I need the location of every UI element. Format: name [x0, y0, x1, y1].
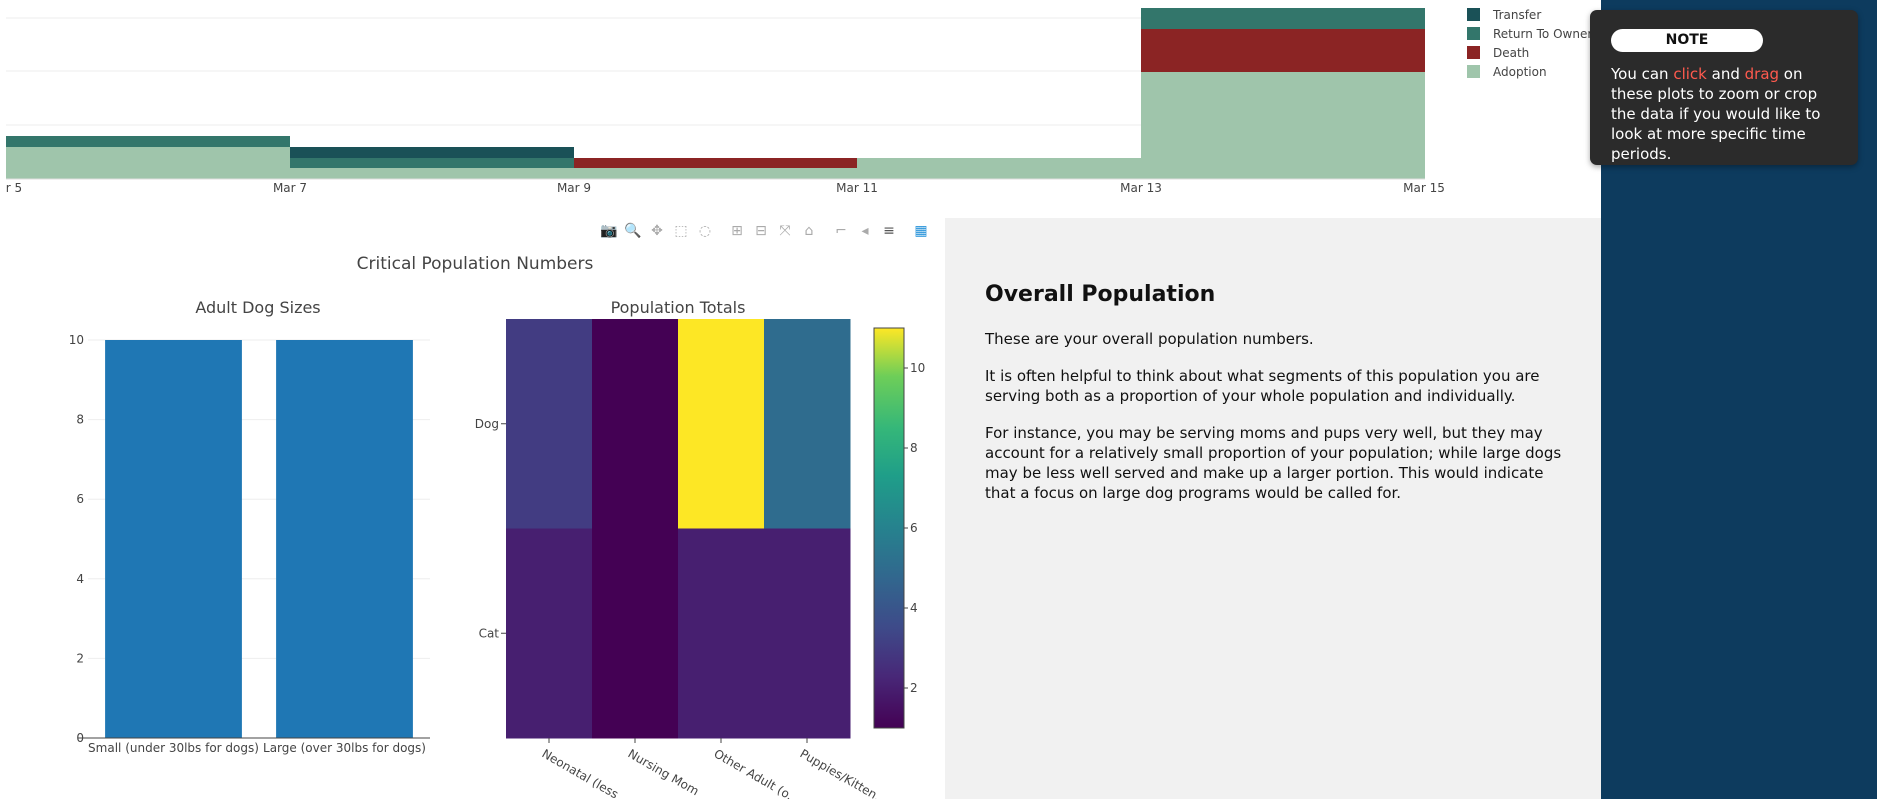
heatmap-cell[interactable] [678, 528, 765, 739]
bar-y-tick-label: 10 [69, 333, 84, 347]
bar-y-tick-label: 2 [76, 651, 84, 665]
bar-return-to-owner[interactable] [290, 158, 574, 168]
panel-paragraph: It is often helpful to think about what … [985, 367, 1540, 405]
bar-y-tick-labels: 0246810 [69, 333, 84, 745]
colorbar-tick-label: 2 [910, 681, 918, 695]
heatmap-x-tick-label: Nursing Mom [626, 746, 702, 798]
note-text-part: You can [1611, 65, 1674, 83]
bar-adoption[interactable] [290, 168, 574, 179]
legend-label: Death [1493, 45, 1530, 60]
heatmap-x-tick-labels: Neonatal (less ...Nursing Mom Other Adult… [540, 738, 890, 799]
note-popover: NOTE You can click and drag on these plo… [1590, 10, 1858, 165]
heatmap-cell[interactable] [592, 528, 679, 739]
x-tick-label: Mar 9 [557, 181, 591, 195]
bar-x-tick-label: Small (under 30lbs for dogs) [88, 741, 259, 755]
figure-title: Critical Population Numbers [357, 254, 594, 274]
bar-return-to-owner[interactable] [1141, 8, 1425, 29]
bar-x-tick-labels: Small (under 30lbs for dogs) Large (over … [88, 741, 426, 755]
chart-legend: Transfer Return To Owner Death Adoption [1467, 5, 1592, 81]
bar-adoption[interactable] [1141, 72, 1425, 179]
bar-return-to-owner[interactable] [6, 136, 290, 147]
heatmap-y-tick-label: Dog [475, 417, 499, 431]
heatmap-cell[interactable] [506, 319, 593, 529]
bar-death[interactable] [574, 158, 857, 168]
heatmap-x-tick-label: Other Adult (o... [712, 746, 802, 799]
heatmap-cell[interactable] [764, 319, 851, 529]
panel-paragraph: These are your overall population number… [985, 330, 1314, 348]
population-figure-svg[interactable]: Critical Population Numbers Adult Dog Si… [0, 218, 945, 799]
heatmap-y-tick-labels: Dog Cat [475, 417, 506, 640]
legend-swatch [1467, 46, 1480, 59]
legend-label: Return To Owner [1493, 26, 1593, 41]
x-tick-label: Mar 13 [1120, 181, 1162, 195]
x-tick-label: Mar 7 [273, 181, 307, 195]
bar-adoption[interactable] [574, 168, 857, 179]
heatmap-cell[interactable] [506, 528, 593, 739]
bar-chart-title: Adult Dog Sizes [195, 298, 320, 317]
note-text: You can click and drag on these plots to… [1611, 64, 1838, 164]
note-title: NOTE [1611, 29, 1763, 52]
bar-transfer[interactable] [290, 147, 574, 158]
legend-item-return-to-owner[interactable]: Return To Owner [1467, 24, 1592, 43]
bar-y-tick-label: 4 [76, 572, 84, 586]
heatmap-x-tick-label: Neonatal (less ... [540, 746, 634, 799]
population-figure[interactable]: 📷 🔍 ✥ ⬚ ◌ ⊞ ⊟ ⤧ ⌂ ⌐ ◂ ≡ ▦ Critical Population Number… [0, 218, 945, 799]
colorbar-tick-labels: 2 4 6 8 10 [904, 361, 925, 695]
x-tick-label: Mar 11 [836, 181, 878, 195]
legend-label: Transfer [1493, 7, 1542, 22]
heatmap-x-tick-label: Puppies/Kitten... [798, 746, 890, 799]
note-highlight-drag: drag [1744, 65, 1780, 83]
colorbar-tick-label: 4 [910, 601, 918, 615]
heatmap-cell[interactable] [764, 528, 851, 739]
colorbar [873, 327, 905, 729]
legend-label: Adoption [1493, 64, 1547, 79]
outcomes-chart-svg[interactable]: r 5 Mar 7 Mar 9 Mar 11 Mar 13 Mar 15 [0, 0, 1460, 200]
heatmap-y-tick-label: Cat [479, 626, 500, 640]
outcomes-time-chart[interactable]: r 5 Mar 7 Mar 9 Mar 11 Mar 13 Mar 15 Tra… [0, 0, 1601, 218]
colorbar-tick-label: 8 [910, 441, 918, 455]
colorbar-tick-label: 10 [910, 361, 925, 375]
bar-y-tick-label: 8 [76, 413, 84, 427]
legend-swatch [1467, 65, 1480, 78]
legend-swatch [1467, 27, 1480, 40]
legend-item-transfer[interactable]: Transfer [1467, 5, 1592, 24]
bar-adoption[interactable] [6, 147, 290, 179]
heatmap-cells[interactable] [506, 319, 851, 739]
x-tick-label: Mar 15 [1403, 181, 1445, 195]
panel-paragraph: For instance, you may be serving moms an… [985, 424, 1562, 502]
bar[interactable] [105, 340, 242, 738]
bar-death[interactable] [1141, 29, 1425, 72]
heatmap-cell[interactable] [592, 319, 679, 529]
x-tick-labels: r 5 Mar 7 Mar 9 Mar 11 Mar 13 Mar 15 [6, 181, 1445, 195]
legend-item-death[interactable]: Death [1467, 43, 1592, 62]
x-tick-label: r 5 [6, 181, 22, 195]
legend-item-adoption[interactable]: Adoption [1467, 62, 1592, 81]
bar[interactable] [276, 340, 413, 738]
bar-x-tick-label: Large (over 30lbs for dogs) [263, 741, 426, 755]
bar-y-tick-label: 6 [76, 492, 84, 506]
legend-swatch [1467, 8, 1480, 21]
note-text-part: and [1706, 65, 1745, 83]
colorbar-tick-label: 6 [910, 521, 918, 535]
bar-adoption[interactable] [857, 158, 1141, 179]
note-highlight-click: click [1673, 65, 1707, 83]
panel-heading: Overall Population [985, 282, 1216, 307]
bar-chart-marks[interactable] [105, 340, 413, 738]
heatmap-title: Population Totals [611, 298, 746, 317]
overall-population-panel: Overall Population These are your overal… [945, 218, 1601, 799]
heatmap-cell[interactable] [678, 319, 765, 529]
